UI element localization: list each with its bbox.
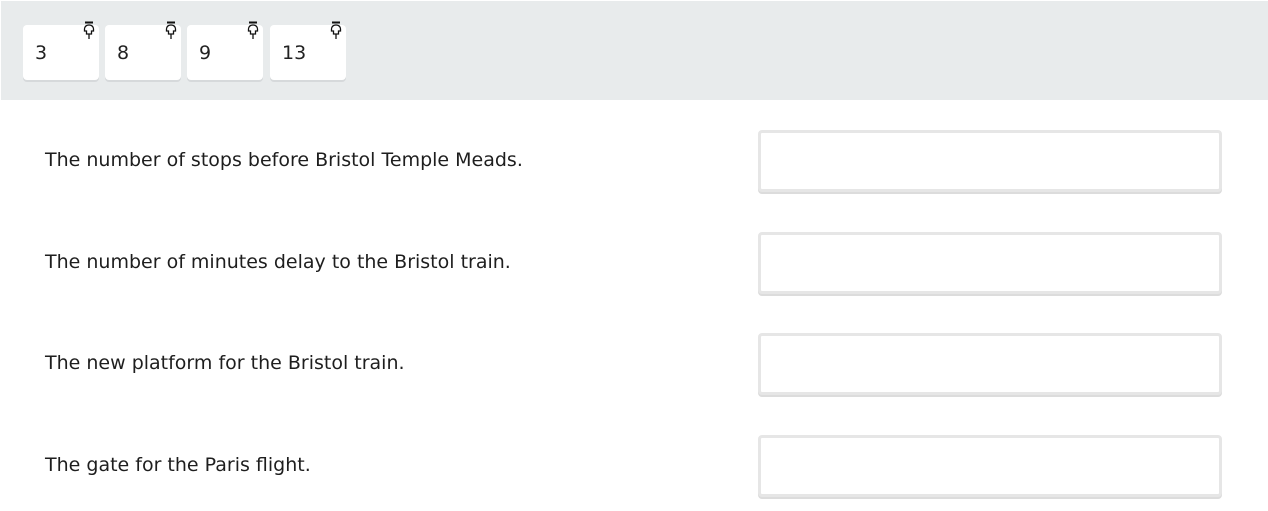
question-row: The number of stops before Bristol Templ… [0, 130, 1268, 192]
pin-icon [245, 21, 261, 41]
tile-value: 13 [282, 42, 307, 64]
question-prompt: The gate for the Paris flight. [45, 454, 311, 476]
answer-drop-zone[interactable] [758, 333, 1222, 395]
pin-icon [163, 21, 179, 41]
answer-tile[interactable]: 9 [187, 21, 263, 80]
question-prompt: The new platform for the Bristol train. [45, 352, 405, 374]
question-row: The number of minutes delay to the Brist… [0, 232, 1268, 294]
question-row: The gate for the Paris flight. [0, 435, 1268, 497]
answer-tile-bank: 3 8 9 13 [1, 1, 1268, 100]
question-prompt: The number of minutes delay to the Brist… [45, 251, 511, 273]
answer-drop-zone[interactable] [758, 232, 1222, 294]
question-prompt: The number of stops before Bristol Templ… [45, 149, 523, 171]
tile-value: 3 [35, 42, 48, 64]
tile-value: 9 [199, 42, 212, 64]
answer-drop-zone[interactable] [758, 435, 1222, 497]
question-row: The new platform for the Bristol train. [0, 333, 1268, 395]
pin-icon [81, 21, 97, 41]
pin-icon [328, 21, 344, 41]
answer-drop-zone[interactable] [758, 130, 1222, 192]
answer-tile[interactable]: 13 [270, 21, 346, 80]
tile-value: 8 [117, 42, 130, 64]
answer-tile[interactable]: 8 [105, 21, 181, 80]
answer-tile[interactable]: 3 [23, 21, 99, 80]
